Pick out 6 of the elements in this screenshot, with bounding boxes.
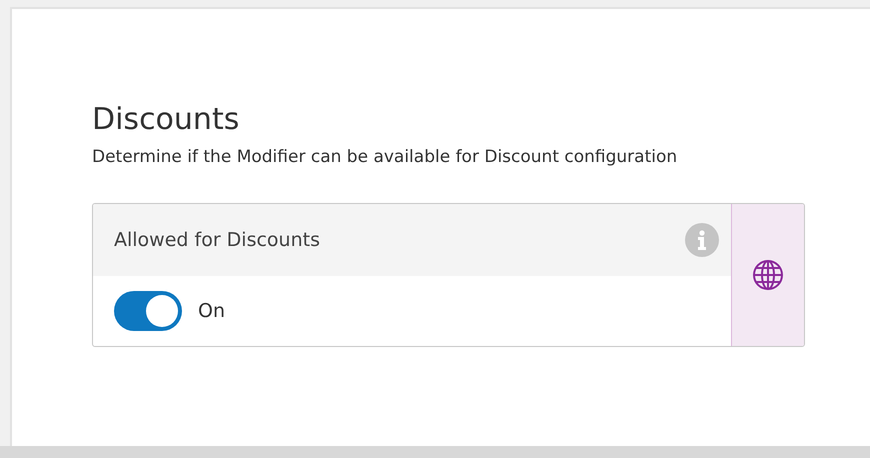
section-description: Determine if the Modifier can be available for Discount configuration bbox=[92, 146, 678, 169]
toggle-label: On bbox=[198, 300, 225, 322]
globe-icon[interactable] bbox=[752, 259, 784, 291]
section-title: Discounts bbox=[92, 101, 240, 139]
setting-label: Allowed for Discounts bbox=[114, 229, 320, 251]
toggle-switch[interactable] bbox=[114, 291, 182, 331]
